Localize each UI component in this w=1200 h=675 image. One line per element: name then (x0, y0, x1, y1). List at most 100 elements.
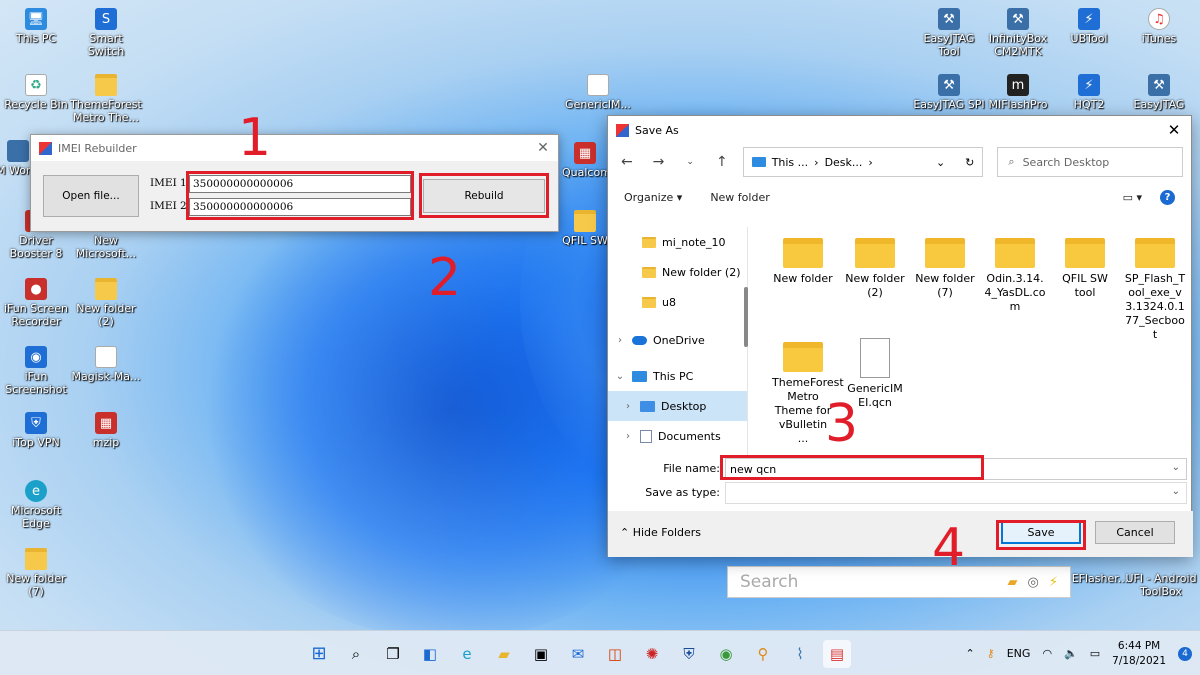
search-input[interactable]: ⌕ Search Desktop (997, 147, 1183, 177)
antivirus-icon[interactable]: ✺ (638, 640, 666, 668)
desktop-icon-smart-switch[interactable]: S Smart Switch (70, 8, 142, 58)
back-arrow-icon[interactable]: ← (616, 154, 638, 170)
tool-icon: ⚒ (1148, 74, 1170, 96)
chevron-right-icon[interactable]: › (622, 401, 634, 412)
nav-item-desktop[interactable]: › Desktop (608, 391, 747, 421)
search-popup-placeholder: Search (740, 572, 799, 592)
desktop-icon-new-folder-2[interactable]: New folder (2) (70, 278, 142, 328)
desktop-icon-hqt2[interactable]: ⚡ HQT2 (1053, 74, 1125, 111)
desktop-icon-this-pc[interactable]: 🖥 This PC (0, 8, 72, 45)
forward-arrow-icon[interactable]: → (648, 154, 670, 170)
chevron-down-icon[interactable]: ⌄ (614, 371, 626, 382)
file-item[interactable]: Odin.3.14.4_YasDL.com (984, 238, 1046, 314)
view-options-icon[interactable]: ▭ ▾ (1123, 191, 1142, 204)
annotation-step-1: 1 (238, 108, 272, 168)
desktop-icon-ufi[interactable]: UFI - Android ToolBox (1125, 572, 1197, 598)
up-arrow-icon[interactable]: ↑ (711, 154, 733, 170)
desktop-icon-itunes[interactable]: ♫ iTunes (1123, 8, 1195, 45)
battery-icon[interactable]: ▭ (1090, 647, 1100, 660)
edge-icon[interactable]: e (453, 640, 481, 668)
breadcrumb-this-pc[interactable]: This ... (772, 156, 808, 169)
start-icon[interactable]: ⊞ (305, 640, 333, 668)
imei-rebuilder-taskbar-icon[interactable]: ▤ (823, 639, 851, 668)
nav-item-documents[interactable]: › Documents (608, 421, 747, 451)
shield-icon[interactable]: ⛨ (675, 640, 703, 668)
file-explorer-icon[interactable]: ▰ (490, 640, 518, 668)
file-item[interactable]: SP_Flash_Tool_exe_v3.1324.0.177_Secboot (1124, 238, 1186, 342)
annotation-box-filename (720, 455, 984, 480)
desktop-icon-miflashpro[interactable]: m MIFlashPro (982, 74, 1054, 111)
widgets-icon[interactable]: ◧ (416, 640, 444, 668)
nav-item-u8[interactable]: u8 (608, 287, 747, 317)
document-icon (640, 429, 652, 443)
chevron-down-icon[interactable]: ⌄ (1172, 486, 1180, 497)
folder-icon (855, 238, 895, 268)
folder-icon (642, 236, 656, 248)
cancel-button[interactable]: Cancel (1095, 521, 1175, 544)
nav-scrollbar[interactable] (744, 287, 748, 347)
desktop-icon-new-folder-7[interactable]: New folder (7) (0, 548, 72, 598)
language-indicator[interactable]: ENG (1007, 647, 1031, 660)
desktop-icon-ifun-screenshot[interactable]: ◉ iFun Screenshot (0, 346, 72, 396)
desktop-icon-recycle-bin[interactable]: ♻ Recycle Bin (0, 74, 72, 111)
nav-item-new-folder-2[interactable]: New folder (2) (608, 257, 747, 287)
desktop-icon-themeforest[interactable]: ThemeForest Metro The... (70, 74, 142, 124)
new-folder-button[interactable]: New folder (710, 191, 769, 204)
tool-icon: ⚒ (938, 8, 960, 30)
chevron-up-icon[interactable]: ⌃ (965, 647, 974, 660)
refresh-icon[interactable]: ↻ (965, 156, 974, 169)
chevron-down-icon[interactable]: ⌄ (936, 156, 945, 169)
desktop-icon-easyjtag[interactable]: ⚒ EasyJTAG (1123, 74, 1195, 111)
chevron-right-icon[interactable]: › (614, 335, 626, 346)
desktop-icon-qualcomm[interactable]: ▦Qualcom... (562, 142, 608, 179)
nav-item-onedrive[interactable]: › OneDrive (608, 325, 747, 355)
save-as-type-select[interactable]: ⌄ (725, 482, 1187, 504)
desktop-icon-genericimei[interactable]: GenericIM... (562, 74, 634, 111)
desktop-icon-infinitybox[interactable]: ⚒ InfinityBox CM2MTK (982, 8, 1054, 58)
taskbar-apps: ⊞ ⌕ ❐ ◧ e ▰ ▣ ✉ ◫ ✺ ⛨ ◉ ⚲ ⌇ ▤ (305, 631, 851, 675)
search-popup[interactable]: Search ▰ ◎ ⚡ (727, 566, 1071, 598)
search-icon[interactable]: ⌕ (342, 640, 370, 668)
help-icon[interactable]: ? (1160, 189, 1175, 205)
wifi-icon[interactable]: ◠ (1042, 647, 1052, 660)
desktop-icon-easyjtag-spi[interactable]: ⚒ EasyJTAG SPI (913, 74, 985, 111)
close-icon[interactable]: ✕ (1157, 121, 1191, 139)
hide-folders-toggle[interactable]: ⌃ Hide Folders (620, 526, 701, 539)
clock[interactable]: 6:44 PM 7/18/2021 (1112, 639, 1166, 669)
desktop-icon-magisk[interactable]: Magisk-Ma... (70, 346, 142, 383)
close-icon[interactable]: ✕ (528, 140, 558, 156)
open-file-button[interactable]: Open file... (43, 175, 139, 217)
file-item[interactable]: New folder (2) (844, 238, 906, 300)
desktop-icon-qfil[interactable]: QFIL SW (562, 210, 608, 247)
chevron-right-icon[interactable]: › (622, 431, 634, 442)
chevron-down-icon[interactable]: ⌄ (1172, 462, 1180, 473)
desktop-icon-ubtool[interactable]: ⚡ UBTool (1053, 8, 1125, 45)
nav-item-mi-note-10[interactable]: mi_note_10 (608, 227, 747, 257)
annotation-box-rebuild (419, 173, 549, 218)
clock-time: 6:44 PM (1117, 639, 1161, 652)
mail-icon[interactable]: ✉ (564, 640, 592, 668)
key-icon[interactable]: ⚷ (987, 647, 995, 660)
nav-item-this-pc[interactable]: ⌄ This PC (608, 361, 747, 391)
breadcrumb-desktop[interactable]: Desk... (825, 156, 863, 169)
chrome-icon[interactable]: ◉ (712, 640, 740, 668)
file-item[interactable]: New folder (772, 238, 834, 286)
organize-menu[interactable]: Organize ▾ (624, 191, 682, 204)
task-view-icon[interactable]: ❐ (379, 640, 407, 668)
desktop-icon-itop-vpn[interactable]: ⛨ iTop VPN (0, 412, 72, 449)
desktop-icon-ifun-recorder[interactable]: ● iFun Screen Recorder (0, 278, 72, 328)
file-item[interactable]: QFIL SW tool (1054, 238, 1116, 300)
notification-badge[interactable]: 4 (1178, 646, 1192, 661)
office-icon[interactable]: ◫ (601, 640, 629, 668)
file-item[interactable]: New folder (7) (914, 238, 976, 300)
chart-icon[interactable]: ⌇ (786, 640, 814, 668)
desktop-icon-edge[interactable]: e Microsoft Edge (0, 480, 72, 530)
store-icon[interactable]: ▣ (527, 640, 555, 668)
desktop-icon-easyjtag-tool[interactable]: ⚒ EasyJTAG Tool (913, 8, 985, 58)
chevron-down-icon[interactable]: ⌄ (679, 157, 701, 167)
search-placeholder: Search Desktop (1022, 155, 1110, 169)
desktop-icon-mzip[interactable]: ▦ mzip (70, 412, 142, 449)
search-tool-icon[interactable]: ⚲ (749, 640, 777, 668)
address-bar[interactable]: This ... › Desk... › ⌄ ↻ (742, 147, 984, 177)
volume-icon[interactable]: 🔈 (1064, 647, 1078, 660)
